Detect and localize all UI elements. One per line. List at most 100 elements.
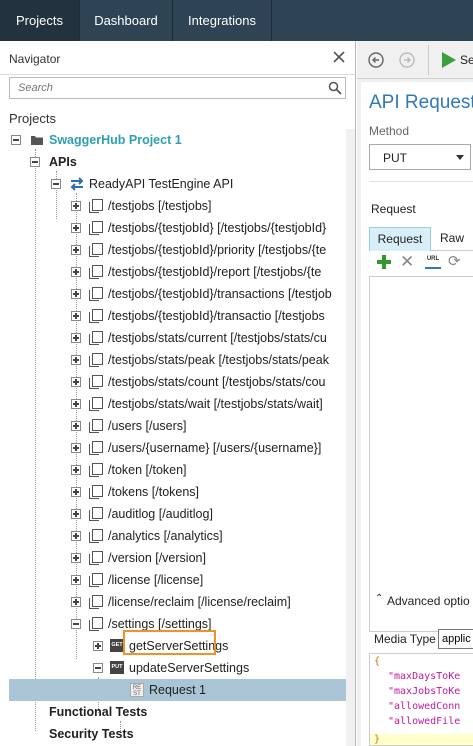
tree-item-apis[interactable]: APIs xyxy=(0,151,346,173)
tree-item-resource[interactable]: /testjobs/{testjobId}/report [/testjobs/… xyxy=(0,261,346,283)
method-select[interactable]: PUT xyxy=(369,144,471,170)
tree-item-label: /testjobs/{testjobId}/priority [/testjob… xyxy=(108,243,327,257)
tree-item-resource[interactable]: /users/{username} [/users/{username}] xyxy=(0,437,346,459)
expand-toggle-icon[interactable] xyxy=(71,465,81,475)
tree-item-resource[interactable]: /version [/version] xyxy=(0,547,346,569)
tab-dashboard[interactable]: Dashboard xyxy=(80,0,173,41)
resource-icon xyxy=(89,243,103,257)
resource-icon xyxy=(89,199,103,213)
expand-toggle-icon[interactable] xyxy=(71,487,81,497)
expand-toggle-icon[interactable] xyxy=(93,641,103,651)
tree-item-request[interactable]: RE ST Request 1 xyxy=(9,679,346,701)
json-line: "allowedConn xyxy=(388,701,461,712)
add-icon[interactable] xyxy=(377,255,391,269)
expand-toggle-icon[interactable] xyxy=(71,201,81,211)
tree-item-project[interactable]: SwaggerHub Project 1 xyxy=(0,129,346,151)
tree-item-resource[interactable]: /testjobs/{testjobId}/transactions [/tes… xyxy=(0,283,346,305)
tree-item-resource[interactable]: /tokens [/tokens] xyxy=(0,481,346,503)
tree-item-resource[interactable]: /testjobs/stats/count [/testjobs/stats/c… xyxy=(0,371,346,393)
tree-item-functional-tests[interactable]: Functional Tests xyxy=(0,701,346,723)
json-line: } xyxy=(374,734,381,745)
put-method-icon: PUT xyxy=(110,661,124,674)
expand-toggle-icon[interactable] xyxy=(71,223,81,233)
advanced-options-toggle[interactable]: ⌃ Advanced optio xyxy=(369,590,473,612)
resource-icon xyxy=(89,331,103,345)
tree-item-label: /testjobs [/testjobs] xyxy=(108,199,212,213)
back-icon[interactable] xyxy=(368,52,384,68)
tree-item-resource[interactable]: /auditlog [/auditlog] xyxy=(0,503,346,525)
collapse-toggle-icon[interactable] xyxy=(30,157,40,167)
parameters-table[interactable] xyxy=(369,276,473,632)
search-input[interactable] xyxy=(10,78,320,98)
tree-item-resource[interactable]: /license/reclaim [/license/reclaim] xyxy=(0,591,346,613)
expand-toggle-icon[interactable] xyxy=(71,289,81,299)
tree-item-resource[interactable]: /testjobs/stats/peak [/testjobs/stats/pe… xyxy=(0,349,346,371)
expand-toggle-icon[interactable] xyxy=(71,597,81,607)
tree-item-resource[interactable]: /testjobs/{testjobId}/priority [/testjob… xyxy=(0,239,346,261)
tab-request[interactable]: Request xyxy=(369,227,431,251)
expand-toggle-icon[interactable] xyxy=(71,311,81,321)
collapse-toggle-icon[interactable] xyxy=(11,135,21,145)
resource-icon xyxy=(89,265,103,279)
tree-item-api[interactable]: ReadyAPI TestEngine API xyxy=(0,173,346,195)
resource-icon xyxy=(89,309,103,323)
divider xyxy=(369,181,473,182)
tab-projects[interactable]: Projects xyxy=(0,0,80,41)
tree-item-label: ReadyAPI TestEngine API xyxy=(89,177,234,191)
expand-toggle-icon[interactable] xyxy=(71,377,81,387)
expand-toggle-icon[interactable] xyxy=(71,399,81,409)
tree-item-label: /tokens [/tokens] xyxy=(108,485,200,499)
tree-item-resource[interactable]: /token [/token] xyxy=(0,459,346,481)
tree-item-resource[interactable]: /license [/license] xyxy=(0,569,346,591)
expand-toggle-icon[interactable] xyxy=(71,267,81,277)
top-tab-bar: Projects Dashboard Integrations xyxy=(0,0,473,41)
tree-item-security-tests[interactable]: Security Tests xyxy=(0,723,346,745)
forward-icon[interactable] xyxy=(399,52,415,68)
tree-item-resource[interactable]: /testjobs/{testjobId} [/testjobs/{testjo… xyxy=(0,217,346,239)
tree-item-resource[interactable]: /testjobs/stats/current [/testjobs/stats… xyxy=(0,327,346,349)
resource-icon xyxy=(89,551,103,565)
resource-icon xyxy=(89,507,103,521)
resource-icon xyxy=(89,441,103,455)
collapse-toggle-icon[interactable] xyxy=(71,619,81,629)
expand-toggle-icon[interactable] xyxy=(71,421,81,431)
tree-item-resource[interactable]: /testjobs/{testjobId}/transactio [/testj… xyxy=(0,305,346,327)
tree-item-method[interactable]: PUT updateServerSettings xyxy=(0,657,346,679)
tab-raw[interactable]: Raw xyxy=(431,227,473,251)
send-button[interactable]: Se xyxy=(437,50,473,70)
collapse-toggle-icon[interactable] xyxy=(93,663,103,673)
expand-toggle-icon[interactable] xyxy=(71,333,81,343)
delete-icon[interactable]: ✕ xyxy=(400,253,414,271)
url-icon[interactable]: URL xyxy=(425,255,441,269)
expand-toggle-icon[interactable] xyxy=(71,509,81,519)
close-icon[interactable] xyxy=(332,50,346,64)
expand-toggle-icon[interactable] xyxy=(71,245,81,255)
navigator-search xyxy=(9,77,346,99)
advanced-options-label: Advanced optio xyxy=(387,594,470,608)
expand-toggle-icon[interactable] xyxy=(71,575,81,585)
expand-toggle-icon[interactable] xyxy=(71,553,81,563)
expand-toggle-icon[interactable] xyxy=(71,355,81,365)
tree-item-label: /analytics [/analytics] xyxy=(108,529,223,543)
tree-item-label: /auditlog [/auditlog] xyxy=(108,507,213,521)
search-icon[interactable] xyxy=(328,81,342,95)
tree-item-resource[interactable]: /analytics [/analytics] xyxy=(0,525,346,547)
refresh-icon[interactable]: ⟳ xyxy=(448,254,461,270)
tree-item-resource[interactable]: /testjobs/stats/wait [/testjobs/stats/wa… xyxy=(0,393,346,415)
json-body-editor[interactable]: { "maxDaysToKe "maxJobsToKe "allowedConn… xyxy=(369,653,473,746)
projects-label: Projects xyxy=(9,111,56,126)
resource-icon xyxy=(89,463,103,477)
resource-icon xyxy=(89,353,103,367)
toolbar-divider xyxy=(428,45,429,75)
media-type-input[interactable] xyxy=(438,629,473,649)
expand-toggle-icon[interactable] xyxy=(71,443,81,453)
navigator-scrollbar[interactable] xyxy=(346,129,355,746)
tree-item-label: /testjobs/stats/peak [/testjobs/stats/pe… xyxy=(108,353,329,367)
tab-integrations[interactable]: Integrations xyxy=(173,0,272,41)
collapse-toggle-icon[interactable] xyxy=(51,179,61,189)
tree-item-resource[interactable]: /users [/users] xyxy=(0,415,346,437)
tree-item-label: /testjobs/stats/wait [/testjobs/stats/wa… xyxy=(108,397,323,411)
expand-toggle-icon[interactable] xyxy=(71,531,81,541)
tree-item-label: /license/reclaim [/license/reclaim] xyxy=(108,595,291,609)
tree-item-resource[interactable]: /testjobs [/testjobs] xyxy=(0,195,346,217)
